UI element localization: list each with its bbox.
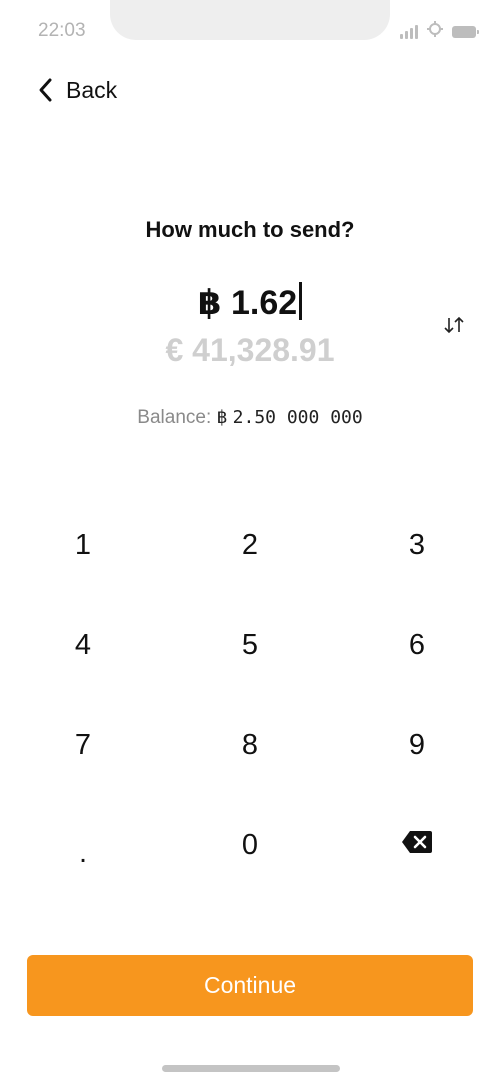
- key-decimal[interactable]: .: [0, 795, 166, 895]
- fiat-amount: € 41,328.91: [165, 332, 335, 368]
- backspace-icon: [401, 829, 433, 862]
- amount-currency-symbol: ฿: [197, 284, 222, 322]
- amount-value: 1.62: [230, 284, 298, 322]
- key-9[interactable]: 9: [334, 695, 500, 795]
- key-6[interactable]: 6: [334, 595, 500, 695]
- key-0[interactable]: 0: [166, 795, 334, 895]
- amount-input[interactable]: ฿ 1.62: [0, 280, 500, 326]
- swap-arrows-icon: [441, 315, 467, 340]
- bluetooth-icon: [426, 20, 444, 43]
- numeric-keypad: 1 2 3 4 5 6 7 8 9 . 0: [0, 495, 500, 895]
- back-label: Back: [66, 76, 118, 103]
- chevron-left-icon: [36, 77, 56, 103]
- key-8[interactable]: 8: [166, 695, 334, 795]
- status-icons: [400, 20, 479, 43]
- continue-button[interactable]: Continue: [27, 955, 473, 1016]
- key-5[interactable]: 5: [166, 595, 334, 695]
- balance-label: Balance:: [137, 407, 212, 428]
- balance: Balance: ฿ 2.50 000 000: [0, 407, 500, 429]
- status-bar: 22:03: [0, 0, 500, 60]
- key-7[interactable]: 7: [0, 695, 166, 795]
- home-indicator[interactable]: [162, 1065, 340, 1072]
- back-button[interactable]: Back: [36, 74, 117, 106]
- text-cursor: [299, 282, 303, 320]
- page-title: How much to send?: [145, 217, 355, 242]
- key-4[interactable]: 4: [0, 595, 166, 695]
- signal-icon: [400, 24, 418, 39]
- swap-currency-button[interactable]: [438, 313, 470, 341]
- device-notch: [110, 0, 390, 40]
- key-1[interactable]: 1: [0, 495, 166, 595]
- balance-currency-symbol: ฿: [216, 407, 228, 428]
- key-2[interactable]: 2: [166, 495, 334, 595]
- status-time: 22:03: [38, 20, 86, 41]
- balance-value: 2.50 000 000: [232, 407, 363, 428]
- key-3[interactable]: 3: [334, 495, 500, 595]
- battery-icon: [452, 25, 479, 38]
- backspace-key[interactable]: [334, 795, 500, 895]
